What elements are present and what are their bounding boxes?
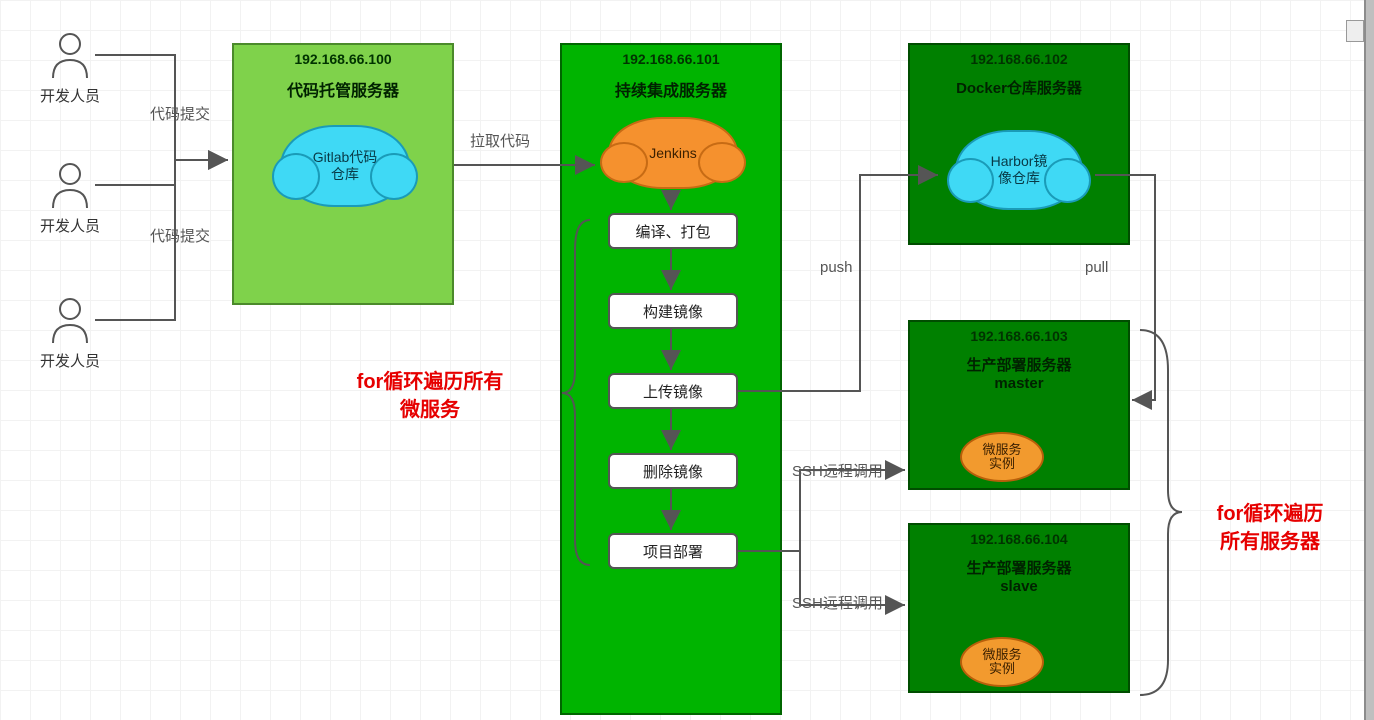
- step-remove-image: 删除镜像: [608, 453, 738, 489]
- step-push-image: 上传镜像: [608, 373, 738, 409]
- ellipse-label: 微服务 实例: [982, 648, 1021, 677]
- edge-label-commit: 代码提交: [150, 103, 210, 124]
- developer-label: 开发人员: [30, 215, 110, 236]
- developer-label: 开发人员: [30, 85, 110, 106]
- server-title: 持续集成服务器: [562, 77, 780, 101]
- person-icon: [45, 295, 95, 345]
- edge-label-push: push: [820, 259, 853, 276]
- harbor-cloud-icon: Harbor镜 像仓库: [955, 130, 1083, 210]
- note-for-loop-servers: for循环遍历 所有服务器: [1190, 500, 1350, 556]
- step-deploy: 项目部署: [608, 533, 738, 569]
- step-label: 构建镜像: [643, 301, 703, 322]
- cloud-label: Jenkins: [649, 145, 696, 162]
- step-build-image: 构建镜像: [608, 293, 738, 329]
- microservice-instance-ellipse: 微服务 实例: [960, 432, 1044, 482]
- server-title: 代码托管服务器: [234, 77, 452, 101]
- server-ip: 192.168.66.102: [910, 51, 1128, 67]
- gitlab-cloud-icon: Gitlab代码 仓库: [280, 125, 410, 207]
- person-icon: [45, 30, 95, 80]
- developer-label: 开发人员: [30, 350, 110, 371]
- cloud-label: Gitlab代码 仓库: [313, 149, 378, 183]
- server-ip: 192.168.66.103: [910, 328, 1128, 344]
- edge-label-ssh: SSH远程调用: [792, 460, 883, 481]
- server-title: 生产部署服务器 slave: [910, 557, 1128, 595]
- ellipse-label: 微服务 实例: [982, 443, 1021, 472]
- microservice-instance-ellipse: 微服务 实例: [960, 637, 1044, 687]
- server-title: Docker仓库服务器: [910, 77, 1128, 98]
- cloud-label: Harbor镜 像仓库: [991, 153, 1048, 187]
- step-label: 项目部署: [643, 541, 703, 562]
- edge-label-pull-code: 拉取代码: [470, 130, 530, 151]
- step-label: 删除镜像: [643, 461, 703, 482]
- person-icon: [45, 160, 95, 210]
- jenkins-cloud-icon: Jenkins: [608, 117, 738, 189]
- step-compile-package: 编译、打包: [608, 213, 738, 249]
- server-title: 生产部署服务器 master: [910, 354, 1128, 392]
- edge-label-ssh: SSH远程调用: [792, 592, 883, 613]
- server-ip: 192.168.66.101: [562, 51, 780, 67]
- server-ip: 192.168.66.104: [910, 531, 1128, 547]
- note-for-loop-microservices: for循环遍历所有 微服务: [320, 368, 540, 424]
- page-corner-mark: [1346, 20, 1364, 42]
- step-label: 编译、打包: [635, 221, 710, 242]
- server-ip: 192.168.66.100: [234, 51, 452, 67]
- page-binding-edge: [1364, 0, 1374, 720]
- edge-label-pull: pull: [1085, 259, 1108, 276]
- step-label: 上传镜像: [643, 381, 703, 402]
- edge-label-commit: 代码提交: [150, 225, 210, 246]
